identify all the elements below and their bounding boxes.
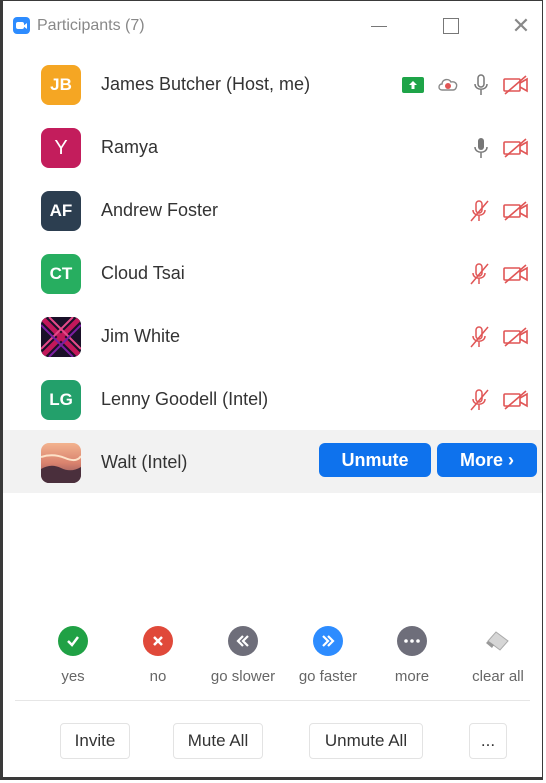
footer-divider bbox=[15, 700, 530, 701]
video-off-icon[interactable] bbox=[502, 200, 530, 222]
reaction-go-faster[interactable]: go faster bbox=[288, 626, 368, 685]
avatar bbox=[41, 443, 81, 483]
more-dots-icon bbox=[397, 626, 427, 656]
participant-name: Lenny Goodell (Intel) bbox=[101, 389, 269, 409]
reaction-label: no bbox=[149, 668, 167, 685]
fast-forward-icon bbox=[313, 626, 343, 656]
participant-name: James Butcher (Host, me) bbox=[101, 74, 311, 94]
participant-row-hovered[interactable]: Walt (Intel) Unmute More › bbox=[3, 430, 542, 493]
reaction-label: go slower bbox=[210, 668, 276, 685]
reaction-go-slower[interactable]: go slower bbox=[203, 626, 283, 685]
microphone-muted-icon[interactable] bbox=[468, 199, 490, 223]
participant-name: Walt (Intel) bbox=[101, 452, 188, 472]
maximize-icon bbox=[443, 18, 459, 34]
microphone-icon[interactable] bbox=[472, 73, 490, 97]
participants-window: Participants (7) ✕ JB James Butcher (Hos… bbox=[0, 0, 543, 780]
video-off-icon[interactable] bbox=[502, 389, 530, 411]
participant-row[interactable]: LG Lenny Goodell (Intel) bbox=[3, 367, 542, 430]
zoom-app-icon bbox=[13, 17, 30, 34]
close-button[interactable]: ✕ bbox=[501, 9, 541, 43]
reaction-label: more bbox=[394, 668, 430, 685]
participant-name: Ramya bbox=[101, 137, 159, 157]
close-icon: ✕ bbox=[511, 13, 531, 38]
participant-row[interactable]: Y Ramya bbox=[3, 115, 542, 178]
reaction-no[interactable]: no bbox=[118, 626, 198, 685]
reaction-clear-all[interactable]: clear all bbox=[458, 626, 538, 685]
avatar: CT bbox=[41, 254, 81, 294]
minimize-button[interactable] bbox=[359, 9, 399, 43]
participant-list: JB James Butcher (Host, me) Y Ramya AF A… bbox=[3, 52, 542, 493]
check-icon bbox=[58, 626, 88, 656]
participant-row[interactable]: CT Cloud Tsai bbox=[3, 241, 542, 304]
microphone-active-icon[interactable] bbox=[472, 136, 490, 160]
avatar-image bbox=[41, 317, 81, 357]
participant-status-icons bbox=[472, 136, 530, 160]
maximize-button[interactable] bbox=[431, 9, 471, 43]
video-off-icon[interactable] bbox=[502, 137, 530, 159]
eraser-icon bbox=[483, 626, 513, 656]
reaction-yes[interactable]: yes bbox=[33, 626, 113, 685]
microphone-muted-icon[interactable] bbox=[468, 262, 490, 286]
avatar-image bbox=[41, 443, 81, 483]
recording-cloud-icon bbox=[436, 76, 460, 94]
reaction-more[interactable]: more bbox=[372, 626, 452, 685]
unmute-button[interactable]: Unmute bbox=[319, 443, 431, 477]
video-off-icon[interactable] bbox=[502, 263, 530, 285]
participant-row[interactable]: JB James Butcher (Host, me) bbox=[3, 52, 542, 115]
participant-name: Jim White bbox=[101, 326, 181, 346]
avatar bbox=[41, 317, 81, 357]
microphone-muted-icon[interactable] bbox=[468, 388, 490, 412]
invite-button[interactable]: Invite bbox=[60, 723, 130, 759]
reaction-label: go faster bbox=[298, 668, 358, 685]
rewind-icon bbox=[228, 626, 258, 656]
reaction-label: yes bbox=[61, 668, 85, 685]
video-off-icon[interactable] bbox=[502, 74, 530, 96]
participant-status-icons bbox=[468, 262, 530, 286]
microphone-muted-icon[interactable] bbox=[468, 325, 490, 349]
participant-name: Andrew Foster bbox=[101, 200, 219, 220]
title-bar: Participants (7) ✕ bbox=[3, 1, 542, 51]
avatar: JB bbox=[41, 65, 81, 105]
reaction-label: clear all bbox=[472, 668, 524, 685]
minimize-icon bbox=[371, 25, 387, 27]
participant-name: Cloud Tsai bbox=[101, 263, 185, 283]
footer-more-button[interactable]: ... bbox=[469, 723, 507, 759]
screen-share-icon bbox=[402, 77, 424, 93]
participant-row[interactable]: Jim White bbox=[3, 304, 542, 367]
participant-status-icons bbox=[468, 199, 530, 223]
nonverbal-feedback-bar: yes no go slower go faster more clear al… bbox=[3, 626, 542, 696]
avatar: Y bbox=[41, 128, 81, 168]
participant-status-icons bbox=[402, 73, 530, 97]
participant-row[interactable]: AF Andrew Foster bbox=[3, 178, 542, 241]
participant-status-icons bbox=[468, 325, 530, 349]
mute-all-button[interactable]: Mute All bbox=[173, 723, 263, 759]
video-off-icon[interactable] bbox=[502, 326, 530, 348]
unmute-all-button[interactable]: Unmute All bbox=[309, 723, 423, 759]
window-title: Participants (7) bbox=[37, 17, 145, 34]
avatar: AF bbox=[41, 191, 81, 231]
more-button[interactable]: More › bbox=[437, 443, 537, 477]
avatar: LG bbox=[41, 380, 81, 420]
x-icon bbox=[143, 626, 173, 656]
participant-status-icons bbox=[468, 388, 530, 412]
